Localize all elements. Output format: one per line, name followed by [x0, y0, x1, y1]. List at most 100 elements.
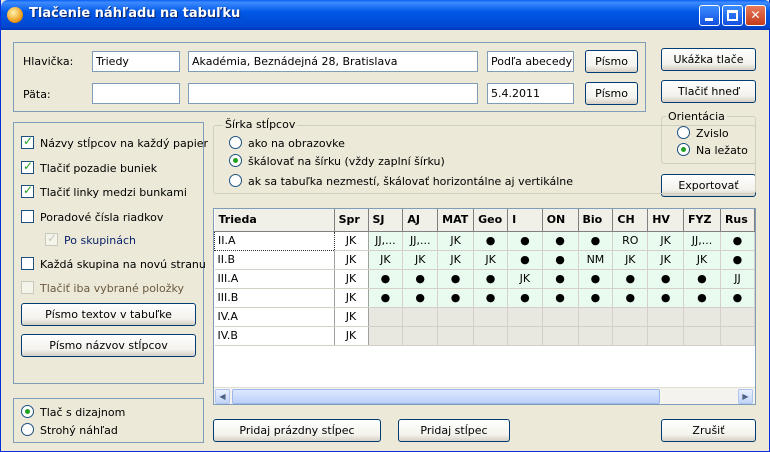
add-empty-column-button[interactable]: Pridaj prázdny stĺpec	[213, 419, 381, 442]
subject-cell[interactable]: JK	[683, 250, 721, 270]
scroll-thumb[interactable]	[232, 389, 660, 404]
horizontal-scrollbar[interactable]: ◀ ▶	[214, 387, 755, 404]
subject-cell[interactable]	[612, 326, 649, 346]
subject-cell[interactable]: NM	[578, 250, 614, 270]
grid-column-header[interactable]: Bio	[578, 209, 614, 232]
subject-cell[interactable]: ●	[683, 288, 721, 308]
grid-column-header[interactable]: ON	[542, 209, 579, 232]
subject-cell[interactable]: JK	[647, 250, 685, 270]
option-group-new-page-checkbox[interactable]: Každá skupina na novú stranu	[21, 257, 206, 271]
subject-cell[interactable]: JJ,...	[402, 231, 439, 251]
subject-cell[interactable]	[473, 307, 509, 327]
subject-cell[interactable]: ●	[578, 269, 614, 289]
grid-column-header[interactable]: MAT	[437, 209, 475, 232]
column-width-screen-radio[interactable]: ako na obrazovke	[229, 136, 345, 150]
teacher-cell[interactable]: JK	[334, 307, 369, 327]
subject-cell[interactable]: ●	[437, 288, 475, 308]
subject-cell[interactable]: ●	[542, 288, 579, 308]
subject-cell[interactable]: JK	[507, 269, 543, 289]
subject-cell[interactable]: ●	[437, 269, 475, 289]
subject-cell[interactable]: ●	[402, 269, 439, 289]
subject-cell[interactable]: ●	[368, 288, 404, 308]
table-grid[interactable]: Trieda Spr SJ AJ MAT Geo I ON Bio CH HV FYZ Rus II.A…	[213, 208, 756, 405]
subject-cell[interactable]	[578, 326, 614, 346]
subject-cell[interactable]	[507, 307, 543, 327]
grid-column-header[interactable]: Spr	[334, 209, 369, 232]
scroll-left-icon[interactable]: ◀	[215, 389, 230, 404]
class-cell[interactable]: IV.B	[214, 326, 335, 346]
teacher-cell[interactable]: JK	[334, 250, 369, 270]
subject-cell[interactable]	[612, 307, 649, 327]
subject-cell[interactable]: ●	[473, 231, 509, 251]
teacher-cell[interactable]: JK	[334, 326, 369, 346]
table-row[interactable]: III.A JK ● ● ● ● JK ● ● ● ● ● JJ	[214, 269, 755, 289]
table-row[interactable]: IV.A JK	[214, 307, 755, 327]
subject-cell[interactable]	[683, 326, 721, 346]
subject-cell[interactable]: ●	[720, 231, 755, 251]
subject-cell[interactable]	[368, 326, 404, 346]
subject-cell[interactable]: ●	[578, 231, 614, 251]
table-row[interactable]: IV.B JK	[214, 326, 755, 346]
subject-cell[interactable]	[368, 307, 404, 327]
subject-cell[interactable]: ●	[542, 250, 579, 270]
grid-column-header[interactable]: Geo	[473, 209, 509, 232]
subject-cell[interactable]: ●	[542, 269, 579, 289]
subject-cell[interactable]: ●	[507, 231, 543, 251]
add-column-button[interactable]: Pridaj stĺpec	[398, 419, 510, 442]
subject-cell[interactable]: ●	[402, 288, 439, 308]
table-font-button[interactable]: Písmo textov v tabuľke	[21, 303, 196, 326]
footer-font-button[interactable]: Písmo	[585, 82, 638, 105]
subject-cell[interactable]: JJ,...	[368, 231, 404, 251]
option-grid-lines-checkbox[interactable]: Tlačiť linky medzi bunkami	[21, 183, 187, 199]
subject-cell[interactable]: JK	[473, 250, 509, 270]
footer-left-input[interactable]	[92, 83, 180, 104]
subject-cell[interactable]: JK	[612, 250, 649, 270]
teacher-cell[interactable]: JK	[334, 288, 369, 308]
header-left-input[interactable]: Triedy	[92, 51, 180, 72]
subject-cell[interactable]	[437, 326, 475, 346]
subject-cell[interactable]: ●	[683, 269, 721, 289]
subject-cell[interactable]: ●	[720, 250, 755, 270]
print-design-radio[interactable]: Tlač s dizajnom	[21, 405, 125, 419]
scroll-right-icon[interactable]: ▶	[738, 389, 753, 404]
subject-cell[interactable]	[720, 307, 755, 327]
subject-cell[interactable]: JJ	[720, 269, 755, 289]
maximize-button[interactable]	[722, 5, 743, 26]
close-button[interactable]: ✕	[745, 5, 766, 26]
table-row[interactable]: II.A JK JJ,... JJ,... JK ● ● ● ● RO JK JJ,... ●	[214, 230, 755, 251]
grid-column-header[interactable]: AJ	[402, 209, 439, 232]
header-font-button[interactable]: Písmo	[585, 50, 638, 73]
subject-cell[interactable]: JK	[368, 250, 404, 270]
column-width-fit-radio[interactable]: škálovať na šírku (vždy zaplní šírku)	[229, 154, 445, 168]
print-now-button[interactable]: Tlačiť hneď	[661, 80, 756, 103]
cancel-button[interactable]: Zrušiť	[661, 419, 756, 442]
subject-cell[interactable]: ●	[720, 288, 755, 308]
minimize-button[interactable]	[699, 5, 720, 26]
subject-cell[interactable]: JK	[437, 231, 475, 251]
table-row[interactable]: III.B JK ● ● ● ● ● ● ● ● ● ● ●	[214, 288, 755, 308]
class-cell[interactable]: II.B	[214, 250, 335, 270]
option-row-numbers-checkbox[interactable]: Poradové čísla riadkov	[21, 210, 163, 224]
grid-column-header[interactable]: CH	[612, 209, 649, 232]
subject-cell[interactable]: ●	[473, 288, 509, 308]
subject-cell[interactable]: ●	[542, 231, 579, 251]
header-center-input[interactable]: Akadémia, Beznádejná 28, Bratislava	[188, 51, 478, 72]
teacher-cell[interactable]: JK	[334, 231, 369, 251]
subject-cell[interactable]: ●	[507, 250, 543, 270]
subject-cell[interactable]	[647, 326, 685, 346]
subject-cell[interactable]	[507, 326, 543, 346]
grid-column-header[interactable]: FYZ	[683, 209, 721, 232]
subject-cell[interactable]	[647, 307, 685, 327]
subject-cell[interactable]: ●	[612, 269, 649, 289]
preview-button[interactable]: Ukážka tlače	[661, 48, 756, 71]
class-cell[interactable]: II.A	[214, 230, 335, 251]
grid-column-header[interactable]: SJ	[368, 209, 404, 232]
subject-cell[interactable]: ●	[647, 288, 685, 308]
subject-cell[interactable]: ●	[507, 288, 543, 308]
grid-column-header[interactable]: HV	[647, 209, 685, 232]
subject-cell[interactable]: JJ,...	[683, 231, 721, 251]
subject-cell[interactable]	[542, 307, 579, 327]
table-row[interactable]: II.B JK JK JK JK JK ● ● NM JK JK JK ●	[214, 250, 755, 270]
header-right-input[interactable]: Podľa abecedy	[487, 51, 574, 72]
subject-cell[interactable]: JK	[647, 231, 685, 251]
